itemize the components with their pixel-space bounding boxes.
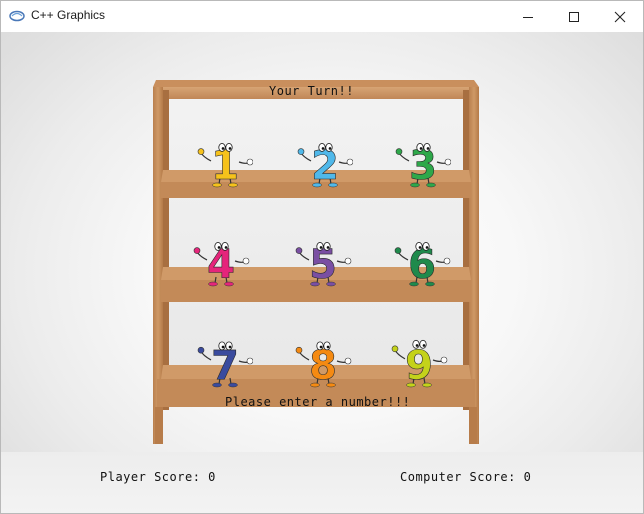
close-icon <box>614 11 626 22</box>
minimize-icon <box>523 16 533 18</box>
turn-message: Your Turn!! <box>269 84 354 98</box>
close-button[interactable] <box>597 1 643 32</box>
number-7[interactable]: 7 <box>197 334 253 388</box>
title-bar[interactable]: C++ Graphics <box>1 1 643 32</box>
maximize-button[interactable] <box>551 1 597 32</box>
number-9[interactable]: 9 <box>389 332 449 388</box>
left-leg <box>155 407 163 444</box>
number-2[interactable]: 2 <box>297 136 353 188</box>
number-1[interactable]: 1 <box>197 136 253 188</box>
number-5[interactable]: 5 <box>293 235 353 287</box>
game-canvas[interactable]: Your Turn!! Please enter a number!!! Pla… <box>1 32 643 513</box>
app-window: C++ Graphics Your Turn!! Please enter a … <box>0 0 644 514</box>
number-glyph: 8 <box>309 343 337 388</box>
window-title: C++ Graphics <box>31 8 106 22</box>
number-glyph: 9 <box>405 343 433 388</box>
number-4[interactable]: 4 <box>191 235 251 287</box>
right-leg <box>469 407 477 444</box>
player-score: Player Score: 0 <box>100 470 216 484</box>
maximize-icon <box>569 11 579 22</box>
minimize-button[interactable] <box>505 1 551 32</box>
computer-score: Computer Score: 0 <box>400 470 532 484</box>
prompt-message: Please enter a number!!! <box>225 395 411 409</box>
number-3[interactable]: 3 <box>395 136 451 188</box>
number-glyph: 7 <box>211 343 239 388</box>
number-6[interactable]: 6 <box>392 235 452 287</box>
cpp-graphics-icon <box>9 10 25 22</box>
number-8[interactable]: 8 <box>293 334 353 388</box>
